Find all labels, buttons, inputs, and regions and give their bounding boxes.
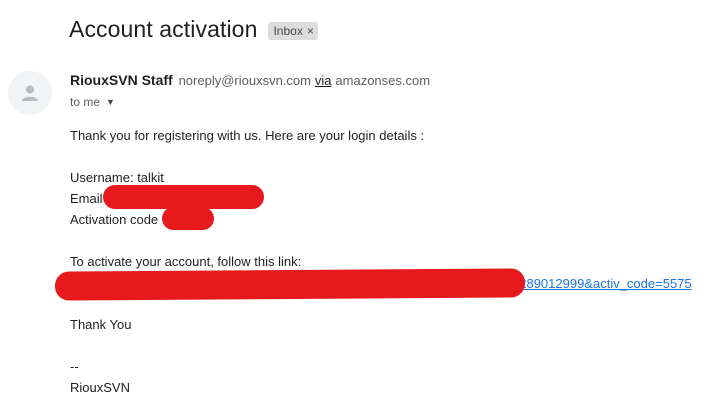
email-subject: Account activation — [69, 16, 258, 42]
redaction-activation-code — [162, 207, 214, 230]
body-signature-dash: -- — [70, 359, 79, 374]
via-link[interactable]: via — [315, 73, 332, 88]
person-icon — [22, 85, 38, 101]
recipient-row: to me ▼ — [70, 95, 115, 109]
body-signature-name: RiouxSVN — [70, 380, 130, 395]
body-thanks: Thank You — [70, 317, 132, 332]
sender-email: noreply@riouxsvn.com — [178, 73, 311, 88]
inbox-label-text: Inbox — [273, 23, 303, 38]
body-intro: Thank you for registering with us. Here … — [70, 128, 425, 143]
chevron-down-icon[interactable]: ▼ — [106, 97, 115, 107]
email-body: Thank you for registering with us. Here … — [70, 125, 424, 398]
sender-name[interactable]: RiouxSVN Staff — [70, 72, 173, 88]
subject-row: Account activation Inbox × — [69, 16, 318, 43]
remove-label-icon[interactable]: × — [307, 24, 314, 38]
recipient-text: to me — [70, 95, 101, 109]
body-activation-label: Activation code — [70, 212, 159, 227]
inbox-label-chip[interactable]: Inbox × — [268, 21, 318, 40]
activation-link[interactable]: b289012999&activ_code=5575 — [512, 276, 692, 291]
redaction-email — [103, 185, 264, 209]
redaction-link — [54, 268, 526, 301]
avatar[interactable] — [8, 71, 52, 115]
email-view: Account activation Inbox × RiouxSVN Staf… — [0, 0, 723, 404]
sender-row: RiouxSVN Staff noreply@riouxsvn.com via … — [70, 72, 430, 88]
via-domain: amazonses.com — [335, 73, 431, 88]
